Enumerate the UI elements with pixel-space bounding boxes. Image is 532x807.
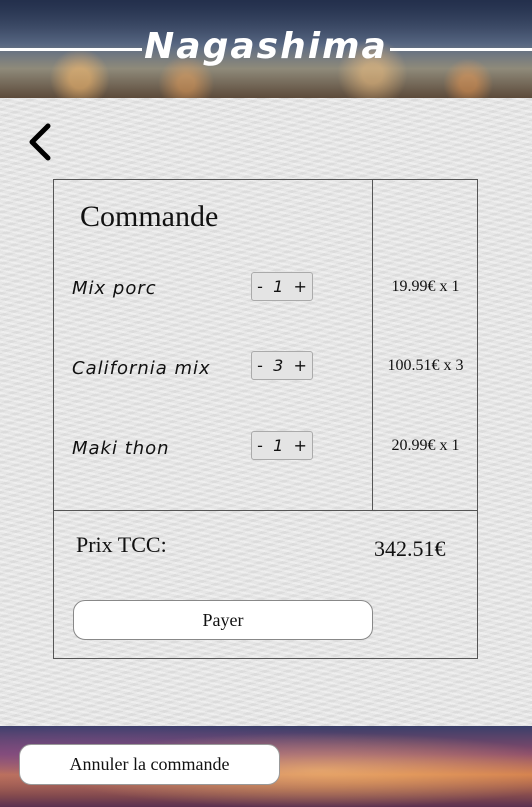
footer-banner: Annuler la commande <box>0 726 532 807</box>
header-divider-left <box>0 48 142 51</box>
quantity-stepper: - 3 + <box>251 351 313 380</box>
item-price: 20.99€ x 1 <box>391 437 460 454</box>
back-button[interactable] <box>26 122 56 162</box>
quantity-value: 1 <box>273 277 284 296</box>
decrement-button[interactable]: - <box>257 277 263 296</box>
increment-button[interactable]: + <box>293 356 306 375</box>
decrement-button[interactable]: - <box>257 356 263 375</box>
total-label: Prix TCC: <box>76 532 167 557</box>
order-title: Commande <box>80 200 219 233</box>
quantity-stepper: - 1 + <box>251 272 313 301</box>
item-name: Mix porc <box>72 278 157 299</box>
header-divider-right <box>390 48 532 51</box>
total-value: 342.51€ <box>374 536 446 561</box>
quantity-value: 1 <box>273 436 284 455</box>
increment-button[interactable]: + <box>293 436 306 455</box>
brand-title: Nagashima <box>144 26 388 67</box>
item-name: Maki thon <box>72 438 170 459</box>
quantity-value: 3 <box>273 356 284 375</box>
decrement-button[interactable]: - <box>257 436 263 455</box>
pay-button[interactable]: Payer <box>73 600 373 640</box>
item-price: 19.99€ x 1 <box>391 278 460 295</box>
item-name: California mix <box>72 358 211 379</box>
column-divider <box>372 180 373 510</box>
chevron-left-icon <box>29 123 51 161</box>
increment-button[interactable]: + <box>293 277 306 296</box>
item-price: 100.51€ x 3 <box>387 357 464 374</box>
header-banner: Nagashima <box>0 0 532 98</box>
cancel-order-button[interactable]: Annuler la commande <box>19 744 280 785</box>
quantity-stepper: - 1 + <box>251 431 313 460</box>
total-divider <box>54 510 477 511</box>
order-card: Commande Mix porc - 1 + 19.99€ x 1 Calif… <box>53 179 478 659</box>
